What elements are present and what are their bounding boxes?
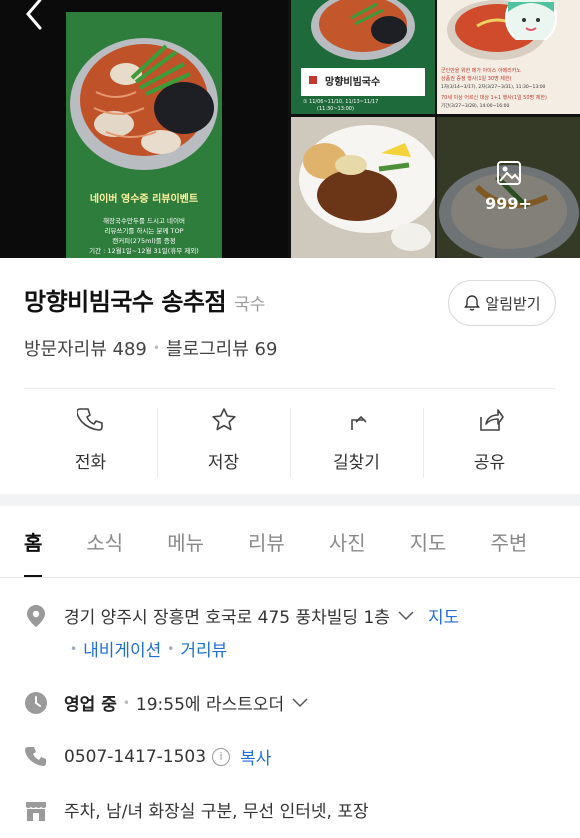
share-icon [479, 409, 504, 431]
photo-gallery[interactable]: 네이버 영수증 리뷰이벤트 해장국수만두를 드시고 네이버 리뷰쓰기를 하시는 … [0, 0, 580, 258]
svg-text:상품권 증정 행사(1일 30명 제한): 상품권 증정 행사(1일 30명 제한) [441, 75, 511, 82]
mascot-avatar-icon[interactable] [504, 0, 558, 40]
call-button[interactable]: 전화 [24, 400, 157, 480]
divider [24, 388, 556, 389]
visitor-reviews-link[interactable]: 방문자리뷰 489 [24, 335, 147, 361]
call-label: 전화 [74, 453, 107, 473]
separator-dot: • [122, 695, 130, 710]
review-counts: 방문자리뷰 489 • 블로그리뷰 69 [24, 335, 277, 361]
action-bar: 전화 저장 길찾기 공유 [24, 400, 556, 480]
separator-dot: • [152, 341, 160, 355]
alarm-button[interactable]: 알림받기 [448, 280, 556, 326]
amenities-text: 주차, 남/녀 화장실 구분, 무선 인터넷, 포장 [64, 802, 369, 822]
svg-text:① 11/06~11/10, 11/13~11/17: ① 11/06~11/10, 11/13~11/17 [303, 99, 378, 105]
navigation-link[interactable]: 내비게이션 [83, 636, 161, 661]
photo-icon [497, 161, 521, 185]
phone-row: 0507-1417-1503 i 복사 [24, 744, 564, 769]
svg-text:1차(3/14~3/17), 2차(3/27~3/31),: 1차(3/14~3/17), 2차(3/27~3/31), 11:30~13:0… [441, 83, 546, 90]
tab-reviews[interactable]: 리뷰 [248, 506, 285, 577]
clock-icon [24, 691, 48, 715]
blog-reviews-link[interactable]: 블로그리뷰 69 [166, 335, 277, 361]
address-row: 경기 양주시 장흥면 호국로 475 풍차빌딩 1층 지도 [24, 603, 564, 628]
shop-sign-image: 망향비빔국수 ① 11/06~11/10, 11/13~11/17 (11:30… [291, 0, 435, 114]
separator-dot: • [70, 641, 78, 656]
place-title-row: 망향비빔국수 송추점 국수 [24, 282, 265, 317]
svg-text:70세 이상 어르신 대상 1+1 행사(1일 50명 제한: 70세 이상 어르신 대상 1+1 행사(1일 50명 제한) [441, 94, 547, 101]
tab-map[interactable]: 지도 [410, 506, 447, 577]
place-name: 망향비빔국수 송추점 [24, 288, 227, 316]
phone-icon [24, 745, 48, 769]
section-gap [0, 494, 580, 506]
street-view-link[interactable]: 거리뷰 [180, 636, 227, 661]
directions-icon [350, 415, 367, 430]
hours-row[interactable]: 영업 중 • 19:55에 라스트오더 [24, 690, 564, 715]
directions-button[interactable]: 길찾기 [290, 400, 423, 480]
phone-number[interactable]: 0507-1417-1503 [64, 747, 206, 767]
share-button[interactable]: 공유 [423, 400, 556, 480]
separator-dot: • [167, 641, 175, 656]
main-photo[interactable]: 네이버 영수증 리뷰이벤트 해장국수만두를 드시고 네이버 리뷰쓰기를 하시는 … [0, 0, 288, 258]
photo-thumbnail[interactable]: 망향비빔국수 ① 11/06~11/10, 11/13~11/17 (11:30… [291, 0, 435, 114]
svg-text:기간(3/27~3/28), 14:00~16:00: 기간(3/27~3/28), 14:00~16:00 [441, 102, 509, 109]
map-link[interactable]: 지도 [428, 603, 459, 628]
bell-icon [464, 295, 481, 311]
copy-link[interactable]: 복사 [240, 744, 271, 769]
tab-news[interactable]: 소식 [86, 506, 123, 577]
info-icon[interactable]: i [212, 747, 231, 766]
poster-title: 네이버 영수증 리뷰이벤트 [89, 194, 199, 205]
more-photos-overlay[interactable]: 999+ [437, 117, 580, 258]
alarm-label: 알림받기 [485, 294, 541, 313]
save-label: 저장 [207, 453, 240, 473]
save-button[interactable]: 저장 [157, 400, 290, 480]
store-icon [24, 798, 48, 822]
place-category: 국수 [234, 295, 266, 315]
chevron-down-icon[interactable] [398, 610, 414, 621]
svg-text:망향비빔국수: 망향비빔국수 [325, 75, 380, 88]
open-status: 영업 중 [64, 695, 117, 715]
tab-home[interactable]: 홈 [24, 506, 43, 577]
last-order-text: 19:55에 라스트오더 [135, 695, 285, 715]
directions-label: 길찾기 [333, 453, 380, 473]
poster-text: 해장국수만두를 드시고 네이버 리뷰쓰기를 하시는 분께 TOP 캔커피(275… [89, 217, 199, 255]
address-text: 경기 양주시 장흥면 호국로 475 풍차빌딩 1층 [64, 608, 390, 628]
share-label: 공유 [473, 453, 506, 473]
more-photos-count: 999+ [485, 194, 532, 213]
event-poster: 네이버 영수증 리뷰이벤트 해장국수만두를 드시고 네이버 리뷰쓰기를 하시는 … [66, 12, 222, 258]
cutlet-plate-image [291, 117, 435, 258]
location-pin-icon [24, 604, 48, 628]
back-arrow-icon[interactable] [20, 0, 50, 30]
amenities-row: 주차, 남/녀 화장실 구분, 무선 인터넷, 포장 [24, 797, 564, 822]
star-icon [211, 408, 236, 431]
svg-text:군인만을 위한 메가 아이스 아메리카노: 군인만을 위한 메가 아이스 아메리카노 [441, 67, 521, 74]
chevron-down-icon[interactable] [292, 697, 308, 708]
address-sublinks: • 내비게이션 • 거리뷰 [64, 636, 227, 661]
photo-thumbnail[interactable] [291, 117, 435, 258]
tab-bar: 홈 소식 메뉴 리뷰 사진 지도 주변 [0, 506, 580, 578]
svg-text:(11:30~13:00): (11:30~13:00) [317, 106, 354, 112]
tab-nearby[interactable]: 주변 [490, 506, 527, 577]
noodle-bowl-image [66, 12, 222, 182]
tab-photos[interactable]: 사진 [329, 506, 366, 577]
phone-icon [76, 408, 103, 431]
tab-menu[interactable]: 메뉴 [167, 506, 204, 577]
